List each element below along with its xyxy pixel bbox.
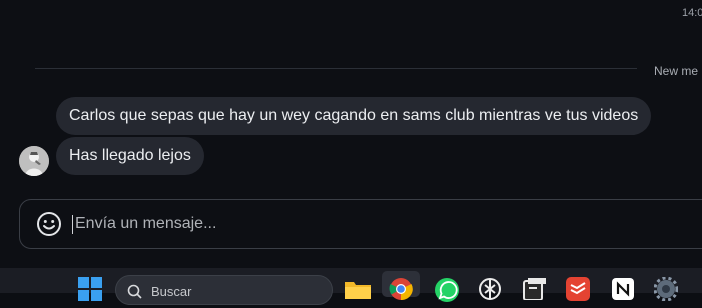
windows-start-icon[interactable] [78,277,102,301]
chat-panel: 14:0 New me Carlos que sepas que hay un … [0,0,702,268]
avatar[interactable] [19,146,49,176]
search-icon [127,284,143,305]
todoist-icon[interactable] [566,277,590,301]
file-explorer-icon[interactable] [345,279,371,301]
whatsapp-icon[interactable] [434,277,459,302]
search-label: Buscar [151,284,192,299]
taskbar-search[interactable]: Buscar [115,275,333,305]
message-bubble[interactable]: Has llegado lejos [56,137,204,175]
new-messages-label: New me [654,64,699,78]
new-messages-divider [35,68,637,69]
message-input[interactable] [72,209,675,239]
emoji-icon[interactable] [36,211,62,237]
notion-icon[interactable] [611,277,634,300]
chrome-icon[interactable] [389,277,413,301]
avatar-photo [19,146,49,176]
message-timestamp: 14:0 [682,7,702,19]
notes-app-icon[interactable] [523,278,546,301]
message-composer [19,199,702,249]
chatgpt-icon[interactable] [478,277,501,300]
message-bubble[interactable]: Carlos que sepas que hay un wey cagando … [56,97,652,135]
settings-icon[interactable] [653,276,679,302]
